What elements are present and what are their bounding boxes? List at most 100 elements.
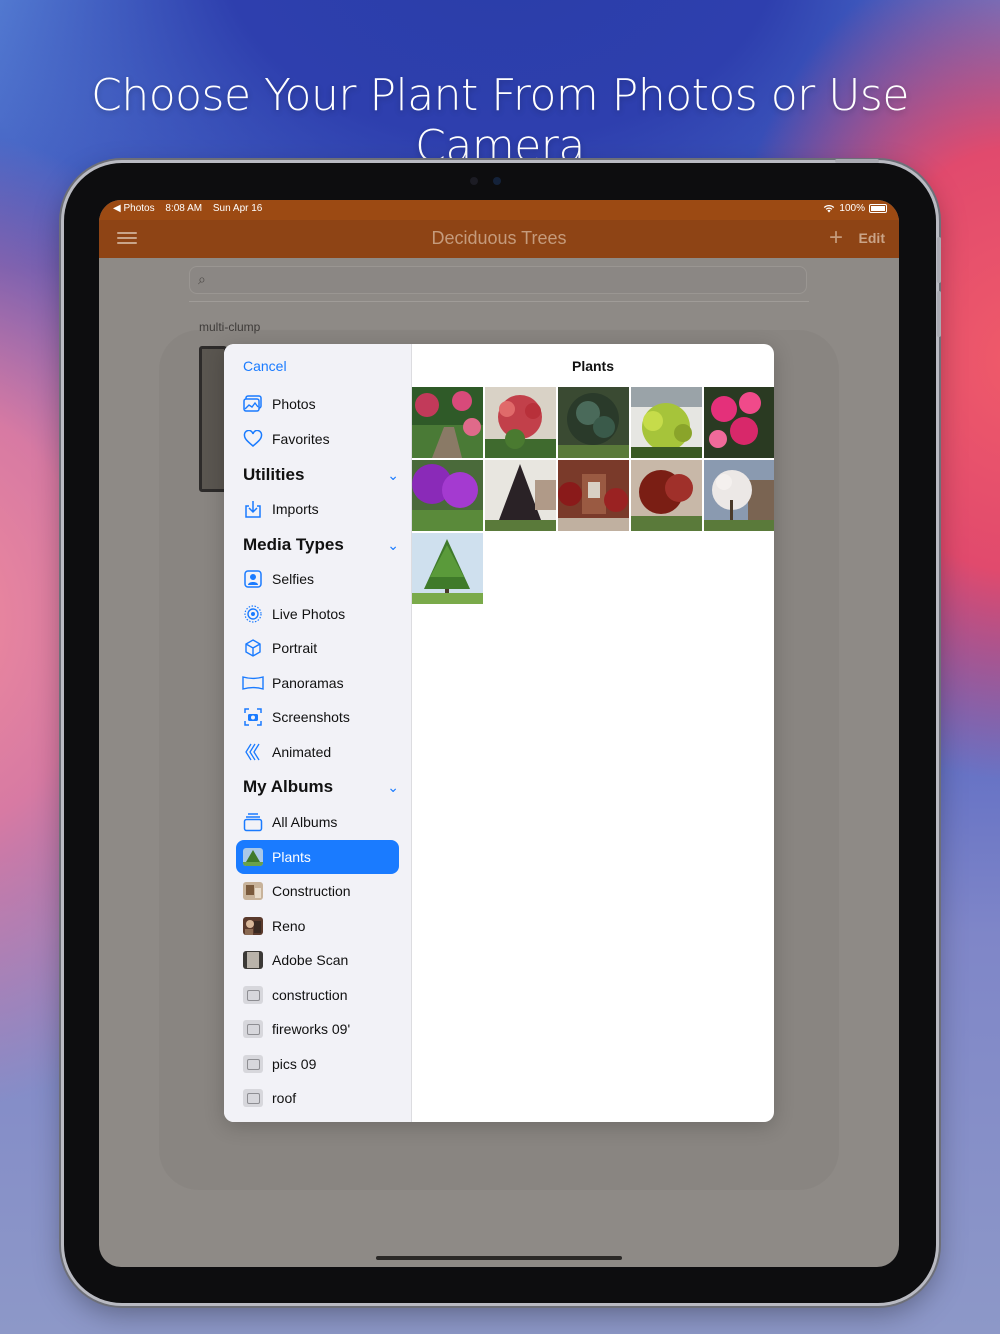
section-title: My Albums	[243, 777, 334, 796]
construction-thumb	[242, 880, 264, 902]
sidebar-item-label: Reno	[272, 918, 306, 934]
generic-album-icon	[242, 1018, 264, 1040]
generic-album-icon	[242, 984, 264, 1006]
search-icon: ⌕	[198, 271, 206, 287]
sidebar-item-label: Plants	[272, 849, 311, 865]
top-button	[835, 159, 879, 163]
generic-album-icon	[243, 1055, 263, 1073]
nav-bar: Deciduous Trees + Edit	[99, 220, 899, 258]
sidebar-item-label: pics 09	[272, 1056, 317, 1072]
sidebar-item-roof[interactable]: roof	[236, 1081, 399, 1115]
magnolia-photo[interactable]	[704, 460, 774, 531]
my-albums-header[interactable]: My Albums ⌄	[243, 772, 399, 802]
volume-down-button	[937, 291, 941, 337]
photos-icon	[242, 393, 264, 415]
sidebar-item-label: Portrait	[272, 640, 318, 656]
sidebar-item-plants[interactable]: Plants	[236, 840, 399, 874]
selfie-icon	[242, 568, 264, 590]
sidebar-item-live-photos[interactable]: Live Photos	[236, 597, 399, 631]
status-date: Sun Apr 16	[212, 203, 263, 214]
red-maple-photo[interactable]	[631, 460, 702, 531]
sidebar-item-label: Animated	[272, 744, 332, 760]
chevron-down-icon[interactable]: ⌄	[387, 779, 399, 796]
pink-azalea-photo[interactable]	[704, 387, 774, 458]
portrait-cube-icon	[242, 637, 264, 659]
status-time: 8:08 AM	[165, 203, 203, 214]
picker-sidebar: Cancel Photos Favorites Utilities ⌄ Impo…	[224, 344, 412, 1122]
sidebar-item-label: construction	[272, 987, 348, 1003]
generic-album-icon	[242, 1087, 264, 1109]
sidebar-item-imports[interactable]: Imports	[236, 492, 399, 526]
promo-headline: Choose Your Plant From Photos or Use Cam…	[91, 70, 909, 172]
sidebar-item-label: Favorites	[272, 431, 330, 447]
photo-picker: Cancel Photos Favorites Utilities ⌄ Impo…	[224, 344, 774, 1122]
cancel-button[interactable]: Cancel	[243, 358, 287, 374]
adobe-scan-thumb	[242, 949, 264, 971]
plants-thumb	[242, 846, 264, 868]
blue-spruce-photo[interactable]	[558, 387, 629, 458]
generic-album-icon	[243, 1020, 263, 1038]
search-bar-container: ⌕	[189, 258, 809, 302]
section-title: Utilities	[243, 465, 305, 484]
add-plus-icon[interactable]: +	[829, 224, 843, 252]
battery-icon	[869, 204, 887, 213]
sidebar-item-selfies[interactable]: Selfies	[236, 562, 399, 596]
sidebar-item-animated[interactable]: Animated	[236, 735, 399, 769]
generic-album-icon	[243, 1089, 263, 1107]
sidebar-item-photos[interactable]: Photos	[236, 387, 399, 421]
red-shrub-photo[interactable]	[485, 387, 556, 458]
home-indicator[interactable]	[376, 1256, 622, 1260]
sidebar-item-label: fireworks 09'	[272, 1021, 351, 1037]
status-bar: ◀ Photos 8:08 AM Sun Apr 16 100%	[99, 200, 899, 220]
generic-album-icon	[242, 1053, 264, 1075]
green-tree-photo[interactable]	[412, 533, 483, 604]
sidebar-item-panoramas[interactable]: Panoramas	[236, 666, 399, 700]
media-types-header[interactable]: Media Types ⌄	[243, 530, 399, 560]
section-title: Media Types	[243, 535, 344, 554]
animated-icon	[242, 741, 264, 763]
sidebar-item-label: Imports	[272, 501, 319, 517]
ipad-screen: ◀ Photos 8:08 AM Sun Apr 16 100% Deciduo…	[99, 200, 899, 1267]
battery-percent: 100%	[839, 203, 865, 214]
camera-icon	[470, 177, 478, 185]
search-input[interactable]: ⌕	[189, 266, 807, 294]
sidebar-item-label: roof	[272, 1090, 297, 1106]
dark-tree-photo[interactable]	[485, 460, 556, 531]
sidebar-item-favorites[interactable]: Favorites	[236, 422, 399, 456]
sidebar-item-label: Photos	[272, 396, 316, 412]
sidebar-item-construction-lower[interactable]: construction	[236, 978, 399, 1012]
panorama-icon	[242, 672, 264, 694]
list-section-header: multi-clump	[199, 320, 261, 334]
chevron-down-icon[interactable]: ⌄	[387, 467, 399, 484]
sidebar-item-portrait[interactable]: Portrait	[236, 631, 399, 665]
purple-azalea-photo[interactable]	[412, 460, 483, 531]
sidebar-item-pics-09[interactable]: pics 09	[236, 1047, 399, 1081]
sidebar-item-label: All Albums	[272, 814, 338, 830]
edit-button[interactable]: Edit	[859, 230, 885, 246]
volume-up-button	[937, 237, 941, 283]
sidebar-item-adobe-scan[interactable]: Adobe Scan	[236, 943, 399, 977]
nav-title: Deciduous Trees	[431, 228, 567, 248]
sidebar-item-label: Panoramas	[272, 675, 344, 691]
list-item-thumbnail[interactable]	[199, 346, 227, 492]
golden-shrub-photo[interactable]	[631, 387, 702, 458]
sidebar-item-label: Adobe Scan	[272, 952, 349, 968]
screenshot-icon	[242, 706, 264, 728]
sidebar-item-all-albums[interactable]: All Albums	[236, 805, 399, 839]
camera-lens-icon	[493, 177, 501, 185]
back-to-app-link[interactable]: ◀ Photos	[113, 203, 155, 214]
ipad-frame: ◀ Photos 8:08 AM Sun Apr 16 100% Deciduo…	[64, 159, 941, 1303]
albums-stack-icon	[242, 811, 264, 833]
red-maple-house-photo[interactable]	[558, 460, 629, 531]
heart-icon	[242, 428, 264, 450]
album-title: Plants	[571, 358, 614, 374]
sidebar-item-screenshots[interactable]: Screenshots	[236, 700, 399, 734]
wifi-icon	[824, 205, 835, 213]
garden-path-photo[interactable]	[412, 387, 483, 458]
reno-thumb	[242, 915, 264, 937]
sidebar-item-fireworks[interactable]: fireworks 09'	[236, 1012, 399, 1046]
sidebar-item-construction[interactable]: Construction	[236, 874, 399, 908]
sidebar-item-reno[interactable]: Reno	[236, 909, 399, 943]
utilities-header[interactable]: Utilities ⌄	[243, 460, 399, 490]
chevron-down-icon[interactable]: ⌄	[387, 537, 399, 554]
